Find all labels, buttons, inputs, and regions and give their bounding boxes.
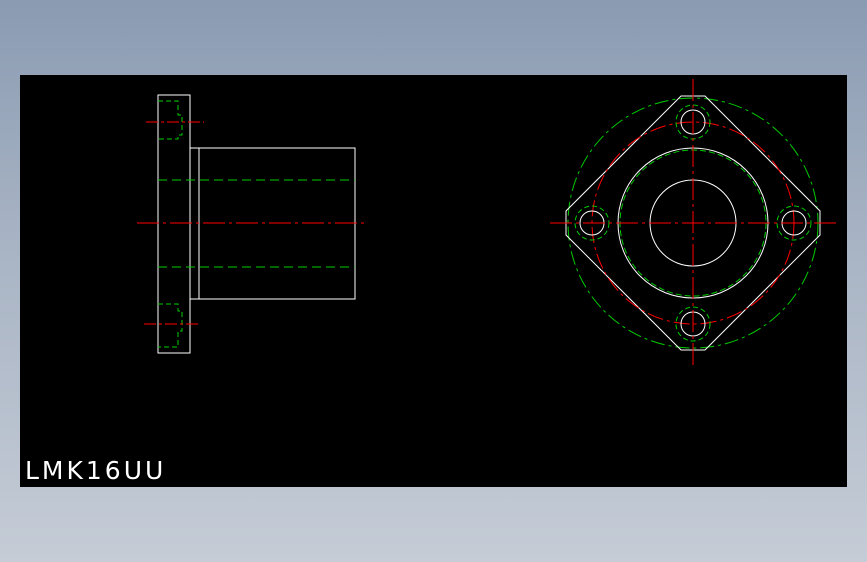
side-view <box>137 94 365 354</box>
hidden-bolt-hole-bottom <box>158 303 183 348</box>
hidden-bolt-hole-top <box>158 100 183 140</box>
flange-outline <box>157 94 191 354</box>
cad-drawing <box>137 79 836 368</box>
part-label: LMK16UU <box>25 456 167 485</box>
front-view <box>550 79 836 368</box>
cad-canvas: LMK16UU <box>20 75 847 487</box>
